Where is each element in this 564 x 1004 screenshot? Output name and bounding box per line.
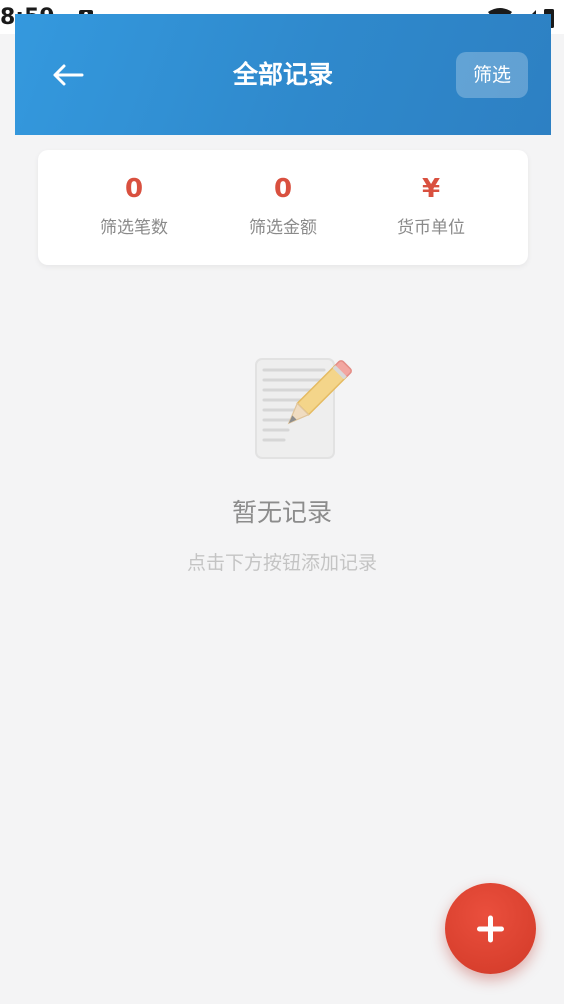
stat-currency-value: ¥: [421, 174, 441, 204]
stat-count: 0 筛选笔数: [59, 150, 209, 265]
stat-amount: 0 筛选金额: [208, 150, 358, 265]
stat-amount-label: 筛选金额: [249, 218, 317, 238]
summary-card: 0 筛选笔数 0 筛选金额 ¥ 货币单位: [38, 150, 528, 265]
stat-currency: ¥ 货币单位: [356, 150, 506, 265]
plus-icon: [477, 915, 504, 943]
filter-button[interactable]: 筛选: [456, 52, 528, 98]
stat-currency-label: 货币单位: [397, 218, 465, 238]
stat-count-label: 筛选笔数: [100, 218, 168, 238]
notepad-pencil-icon: [255, 358, 352, 459]
stat-count-value: 0: [124, 174, 144, 204]
app-header: 全部记录 筛选: [15, 14, 551, 135]
add-record-button[interactable]: [445, 883, 536, 974]
empty-title: 暂无记录: [231, 498, 332, 527]
empty-hint: 点击下方按钮添加记录: [186, 552, 377, 574]
stat-amount-value: 0: [273, 174, 293, 204]
